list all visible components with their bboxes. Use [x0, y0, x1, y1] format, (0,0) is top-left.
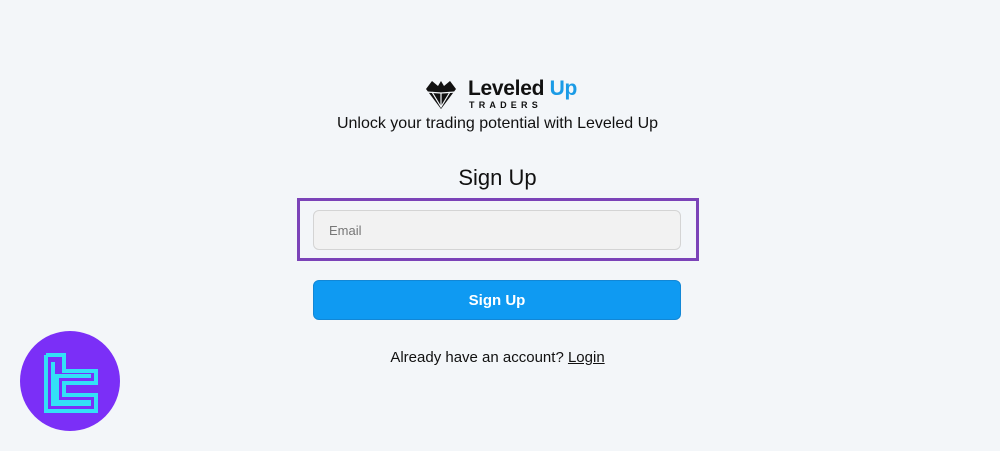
- brand-logo: Leveled Up TRADERS: [424, 78, 584, 112]
- tagline: Unlock your trading potential with Level…: [336, 115, 659, 132]
- login-link[interactable]: Login: [568, 349, 605, 366]
- tradingfinder-logo-icon: [20, 331, 120, 431]
- email-field[interactable]: [313, 210, 681, 250]
- brand-name: Leveled Up: [468, 78, 577, 100]
- page-title: Sign Up: [458, 165, 537, 190]
- sign-up-button[interactable]: Sign Up: [313, 280, 681, 320]
- brand-subtitle: TRADERS: [469, 100, 542, 110]
- brand-name-main: Leveled: [468, 77, 545, 100]
- brand-name-accent: Up: [549, 77, 578, 100]
- login-prompt: Already have an account? Login: [0, 349, 995, 367]
- diamond-crown-icon: [425, 81, 457, 109]
- account-prompt-text: Already have an account?: [390, 349, 564, 366]
